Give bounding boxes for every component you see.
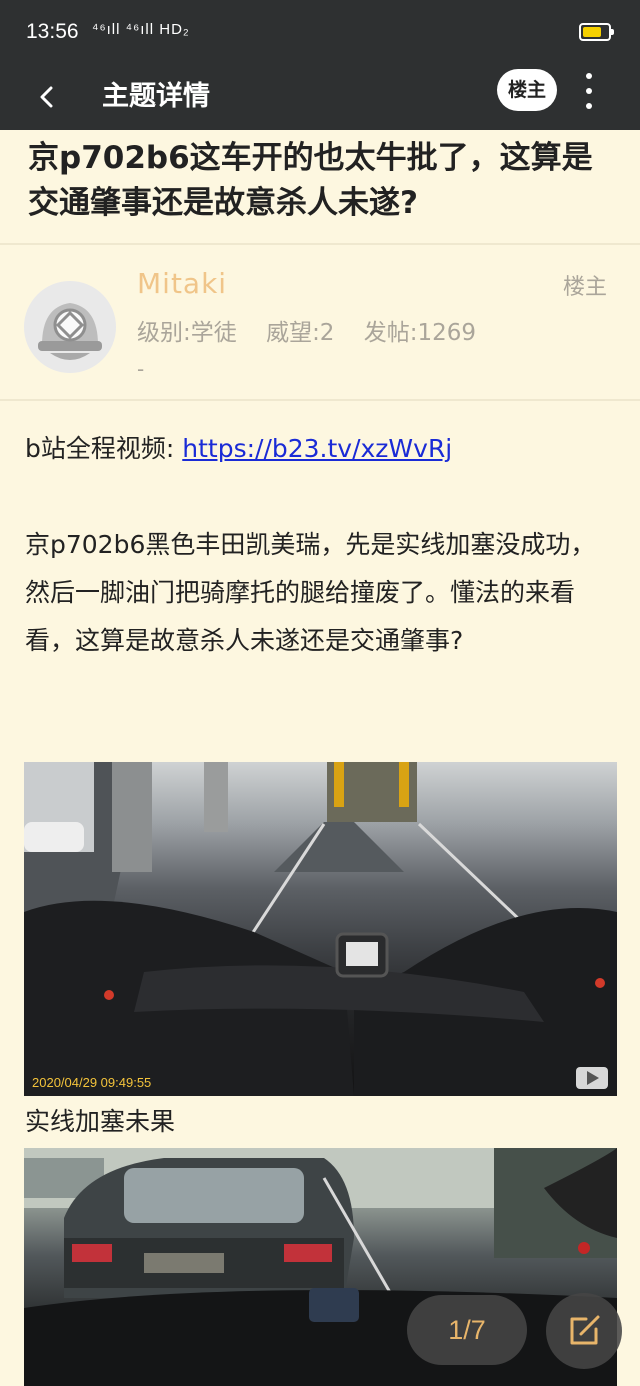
- author-post-count: 发帖:1269: [363, 320, 477, 346]
- battery-icon: [579, 23, 614, 41]
- car-cutting-in-image: [24, 1148, 617, 1386]
- post-body: 京p702b6黑色丰田凯美瑞，先是实线加塞没成功，然后一脚油门把骑摩托的腿给撞废…: [25, 530, 596, 655]
- page-indicator-button[interactable]: 1/7: [407, 1295, 527, 1365]
- thread-title-section: 京p702b6这车开的也太牛批了，这算是交通肇事还是故意杀人未遂?: [0, 130, 640, 245]
- video-link-prefix: b站全程视频:: [25, 434, 183, 463]
- author-name[interactable]: Mitaki: [137, 267, 227, 300]
- edit-icon: [570, 1315, 600, 1345]
- motorcycle-dashcam-image: [24, 762, 617, 1096]
- video-link-line: b站全程视频: https://b23.tv/xzWvRj: [25, 425, 617, 473]
- post-image[interactable]: 2020/04/29 09:49:55: [24, 762, 617, 1096]
- op-badge: 楼主: [563, 275, 608, 300]
- network-signal-indicator: ⁴⁶ıll ⁴⁶ıll HD₂: [92, 21, 190, 38]
- image-caption: 实线加塞未果: [25, 1107, 176, 1136]
- status-time: 13:56: [26, 20, 79, 43]
- status-bar: 13:56 ⁴⁶ıll ⁴⁶ıll HD₂: [0, 0, 640, 64]
- reply-button[interactable]: [546, 1293, 622, 1369]
- page-title: 主题详情: [102, 81, 210, 112]
- author-card: Mitaki 级别:学徒 威望:2 发帖:1269 - 楼主: [0, 247, 640, 401]
- thread-title: 京p702b6这车开的也太牛批了，这算是交通肇事还是故意杀人未遂?: [28, 140, 593, 221]
- more-vertical-icon[interactable]: [574, 70, 604, 112]
- post-image-2[interactable]: [24, 1148, 617, 1386]
- avatar[interactable]: [24, 281, 116, 373]
- author-level: 级别:学徒: [137, 320, 237, 346]
- author-stats: 级别:学徒 威望:2 发帖:1269: [137, 313, 498, 347]
- op-only-button[interactable]: 楼主: [497, 69, 557, 111]
- video-link[interactable]: https://b23.tv/xzWvRj: [182, 434, 452, 463]
- image-timestamp: 2020/04/29 09:49:55: [32, 1075, 152, 1090]
- author-signature: -: [137, 357, 145, 381]
- author-reputation: 威望:2: [266, 320, 335, 346]
- battery-level-fill: [583, 27, 601, 37]
- post-content: b站全程视频: https://b23.tv/xzWvRj 京p702b6黑色丰…: [25, 425, 617, 665]
- avatar-helmet-icon: [24, 281, 116, 373]
- app-bar: 主题详情 楼主: [0, 64, 640, 130]
- back-button[interactable]: [24, 74, 70, 120]
- chevron-left-icon: [40, 86, 53, 108]
